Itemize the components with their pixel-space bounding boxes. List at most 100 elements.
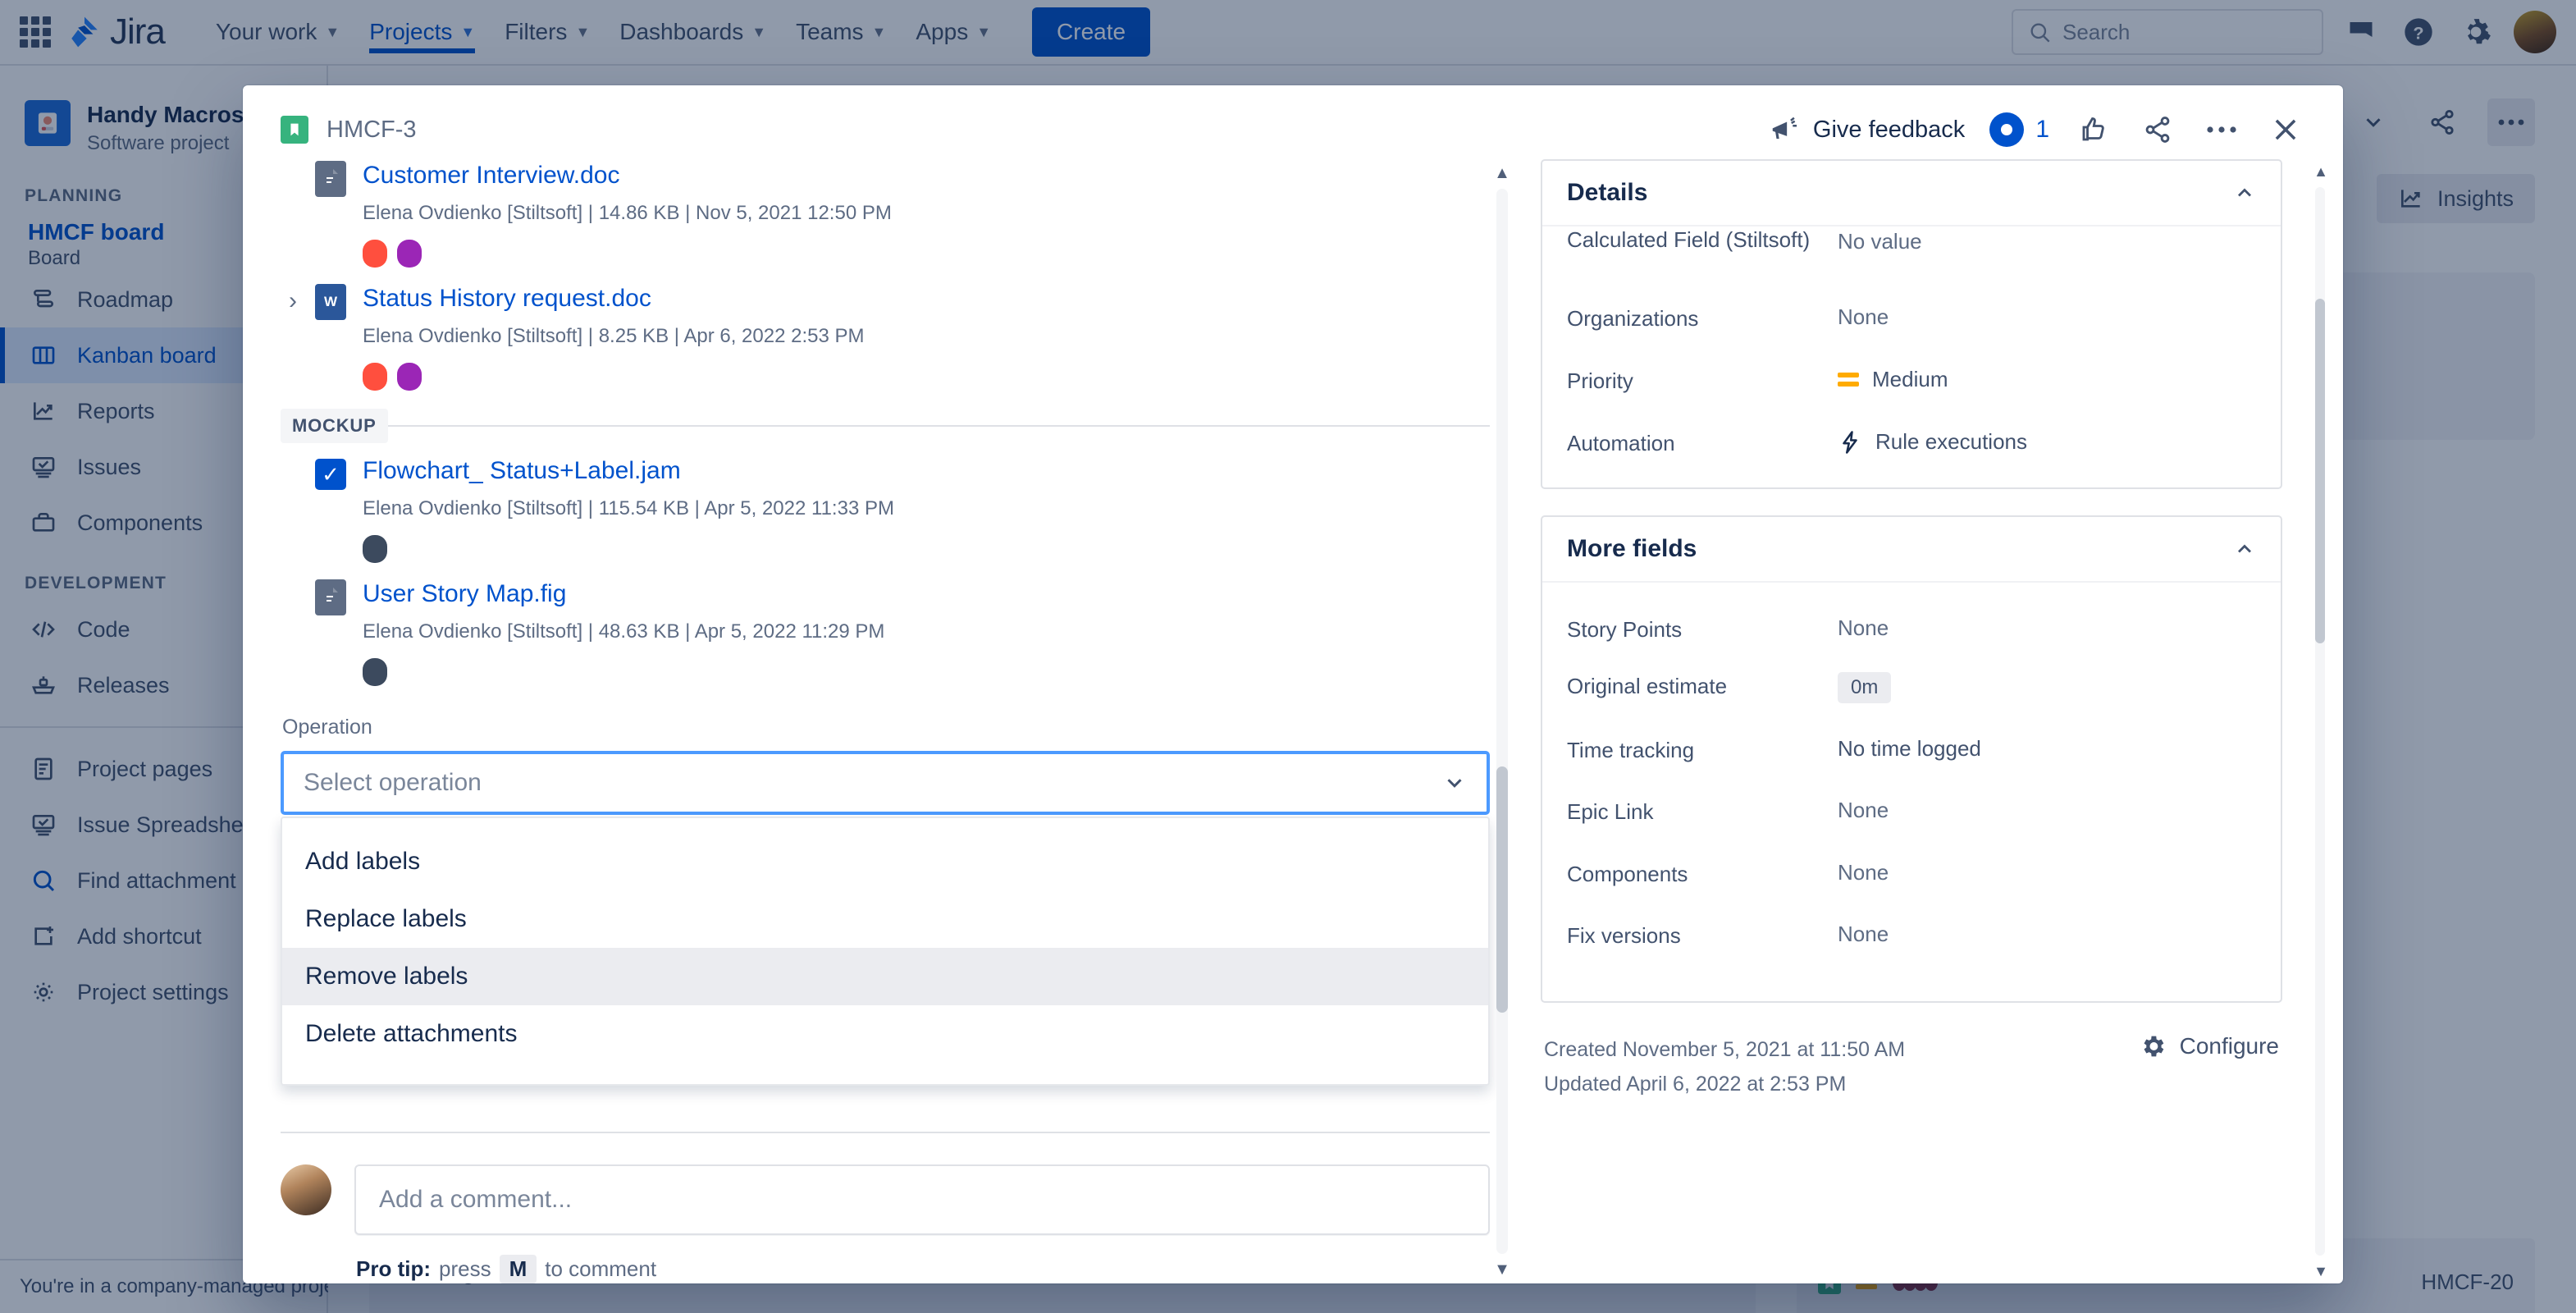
right-column-scrollbar[interactable]: ▲ ▼ [2310, 159, 2332, 1283]
attachment-name[interactable]: Status History request.doc [363, 284, 1490, 313]
chevron-up-icon[interactable] [2233, 538, 2256, 560]
detail-field-value-group[interactable]: Rule executions [1838, 429, 2027, 455]
operation-field-label: Operation [282, 716, 372, 739]
give-feedback-label: Give feedback [1812, 116, 1966, 143]
more-field-components: Components None [1567, 844, 2256, 905]
issue-timestamps: Created November 5, 2021 at 11:50 AM Upd… [1544, 1032, 1905, 1102]
operation-option-add-labels[interactable]: Add labels [282, 833, 1488, 890]
created-text: Created November 5, 2021 at 11:50 AM [1544, 1037, 1906, 1061]
label-chip[interactable] [363, 363, 387, 391]
label-chip[interactable] [363, 658, 387, 686]
issue-details-column: Details Calculated Field (Stiltsoft) No … [1523, 159, 2343, 1283]
detail-field-key: Automation [1567, 431, 1675, 456]
scroll-down-arrow-icon[interactable]: ▼ [1493, 1260, 1511, 1279]
attachment-labels [363, 658, 1490, 686]
operation-dropdown-menu: Add labels Replace labels Remove labels … [281, 817, 1490, 1086]
attachment-item: Customer Interview.doc Elena Ovdienko [S… [281, 159, 1490, 268]
thumbs-up-icon[interactable] [2074, 110, 2113, 149]
operation-select-placeholder: Select operation [304, 769, 482, 796]
attachment-labels [363, 535, 1490, 563]
issue-main-column: Customer Interview.doc Elena Ovdienko [S… [243, 159, 1523, 1283]
scrollbar-thumb[interactable] [1496, 766, 1508, 1013]
more-field-key: Epic Link [1567, 799, 1654, 825]
attachment-checkbox-checked[interactable]: ✓ [315, 459, 346, 490]
give-feedback-button[interactable]: Give feedback [1769, 114, 1965, 145]
attachment-meta: Elena Ovdienko [Stiltsoft] | 14.86 KB | … [363, 202, 892, 224]
comment-input[interactable]: Add a comment... [354, 1164, 1490, 1235]
more-field-value-wrap[interactable]: 0m [1838, 672, 1892, 704]
operation-select[interactable]: Select operation [281, 751, 1490, 815]
attachment-name[interactable]: Customer Interview.doc [363, 161, 1490, 190]
more-field-key: Time tracking [1567, 738, 1695, 763]
detail-field-value[interactable]: No value [1838, 229, 1922, 254]
more-field-key: Original estimate [1567, 674, 1728, 699]
attachment-meta: Elena Ovdienko [Stiltsoft] | 48.63 KB | … [363, 620, 885, 643]
detail-field-organizations: Organizations None [1567, 268, 2256, 347]
priority-medium-icon [1838, 373, 1859, 387]
word-file-icon: W [315, 284, 346, 320]
label-chip[interactable] [363, 535, 387, 563]
issue-key[interactable]: HMCF-3 [327, 117, 417, 144]
attachment-name[interactable]: User Story Map.fig [363, 579, 1490, 609]
more-field-key: Fix versions [1567, 922, 1681, 948]
pro-tip-key: M [499, 1255, 537, 1283]
modal-header-actions: Give feedback 1 [1769, 110, 2305, 149]
add-comment-row: Add a comment... [281, 1133, 1490, 1235]
detail-field-value[interactable]: None [1838, 304, 1889, 330]
detail-field-automation: Automation Rule executions [1567, 409, 2256, 463]
operation-option-replace-labels[interactable]: Replace labels [282, 890, 1488, 948]
more-fields-panel-header[interactable]: More fields [1542, 517, 2281, 583]
avatar [281, 1164, 331, 1215]
detail-field-key: Priority [1567, 368, 1633, 394]
scrollbar-track [1496, 189, 1508, 1254]
watchers-control[interactable]: 1 [1989, 112, 2049, 147]
more-field-value[interactable]: None [1838, 798, 1889, 823]
generic-file-icon [315, 161, 346, 197]
divider-line [387, 425, 1490, 427]
more-field-value[interactable]: None [1838, 860, 1889, 885]
label-chip[interactable] [397, 363, 422, 391]
more-field-value[interactable]: None [1838, 615, 1889, 641]
attachment-name[interactable]: Flowchart_ Status+Label.jam [363, 456, 1490, 486]
scroll-down-arrow-icon[interactable]: ▼ [2312, 1262, 2330, 1280]
detail-field-key: Organizations [1567, 306, 1699, 331]
detail-field-value-group[interactable]: Medium [1838, 367, 1948, 392]
more-options-icon[interactable] [2202, 110, 2241, 149]
details-panel-title: Details [1567, 179, 1648, 206]
scroll-up-arrow-icon[interactable]: ▲ [1493, 164, 1511, 182]
more-field-original-estimate: Original estimate 0m [1567, 656, 2256, 720]
more-field-value[interactable]: None [1838, 922, 1889, 947]
more-field-time-tracking: Time tracking No time logged [1567, 720, 2256, 781]
watch-eye-icon [1989, 112, 2025, 147]
more-field-story-points: Story Points None [1567, 604, 2256, 656]
chevron-up-icon[interactable] [2233, 181, 2256, 204]
detail-field-value: Rule executions [1875, 429, 2027, 455]
attachment-labels [363, 240, 1490, 268]
operation-option-remove-labels[interactable]: Remove labels [282, 948, 1488, 1005]
more-field-fix-versions: Fix versions None [1567, 905, 2256, 967]
pro-tip-mid: press [439, 1256, 491, 1281]
configure-label: Configure [2179, 1032, 2279, 1059]
more-field-value[interactable]: No time logged [1838, 736, 1981, 762]
share-icon[interactable] [2138, 110, 2177, 149]
attachment-meta: Elena Ovdienko [Stiltsoft] | 115.54 KB |… [363, 497, 894, 519]
automation-bolt-icon [1838, 430, 1862, 455]
details-panel-header[interactable]: Details [1542, 161, 2281, 226]
scroll-up-arrow-icon[interactable]: ▲ [2312, 162, 2330, 181]
more-fields-panel-body: Story Points None Original estimate 0m T… [1542, 583, 2281, 1000]
more-field-epic-link: Epic Link None [1567, 781, 2256, 843]
operation-option-delete-attachments[interactable]: Delete attachments [282, 1005, 1488, 1063]
attachment-item: › W Status History request.doc Elena Ovd… [281, 282, 1490, 391]
scrollbar-thumb[interactable] [2315, 299, 2325, 643]
configure-button[interactable]: Configure [2139, 1032, 2279, 1060]
pro-tip-prefix: Pro tip: [356, 1256, 431, 1281]
detail-field-value: Medium [1872, 367, 1948, 392]
close-icon[interactable] [2266, 110, 2305, 149]
more-fields-panel-title: More fields [1567, 535, 1697, 563]
label-chip[interactable] [397, 240, 422, 268]
left-column-scrollbar[interactable]: ▲ ▼ [1491, 159, 1513, 1283]
detail-field-key: Calculated Field (Stiltsoft) [1567, 226, 1811, 252]
label-chip[interactable] [363, 240, 387, 268]
chevron-right-icon[interactable]: › [281, 287, 305, 315]
issue-timestamps-row: Created November 5, 2021 at 11:50 AM Upd… [1541, 1003, 2282, 1102]
